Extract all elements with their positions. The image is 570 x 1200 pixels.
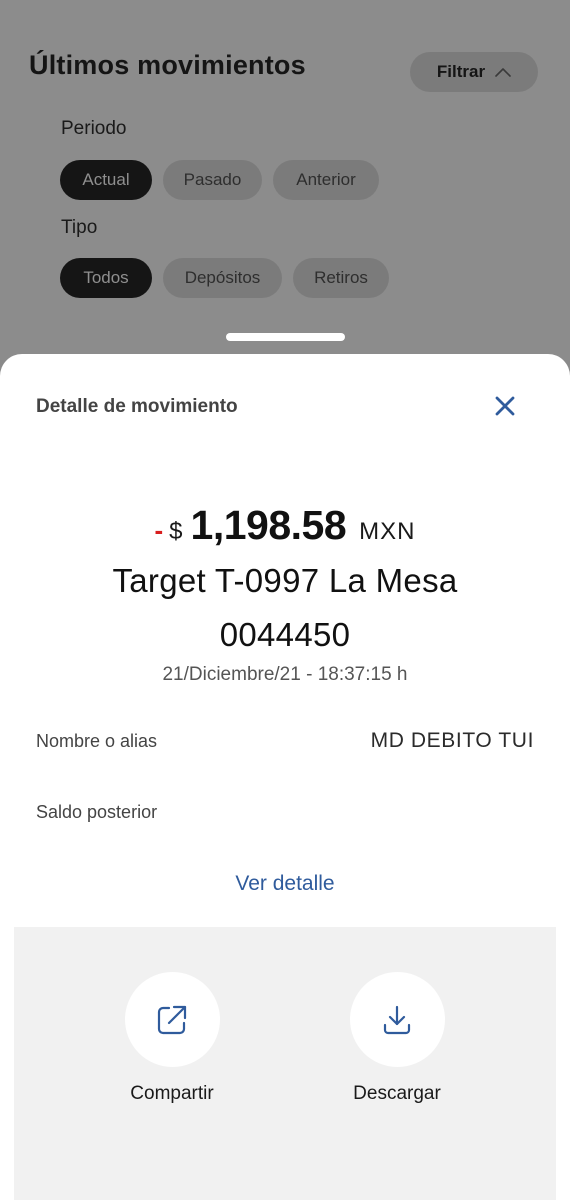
share-icon xyxy=(157,1005,187,1034)
ver-detalle-link[interactable]: Ver detalle xyxy=(0,872,570,896)
tipo-label: Tipo xyxy=(61,217,98,238)
chevron-up-icon xyxy=(495,68,511,77)
chip-periodo-anterior[interactable]: Anterior xyxy=(273,160,379,200)
chip-tipo-depositos[interactable]: Depósitos xyxy=(163,258,282,298)
share-button[interactable] xyxy=(124,972,220,1067)
movement-datetime: 21/Diciembre/21 - 18:37:15 h xyxy=(162,664,408,685)
page-title: Últimos movimientos xyxy=(29,50,306,80)
amount-sign: - xyxy=(154,515,164,545)
download-action[interactable]: Descargar xyxy=(317,972,477,1105)
download-label: Descargar xyxy=(353,1083,441,1104)
actions-panel: Compartir Descargar xyxy=(14,927,556,1200)
currency-code: MXN xyxy=(359,518,416,545)
field-label-saldo: Saldo posterior xyxy=(36,802,158,822)
chip-periodo-pasado[interactable]: Pasado xyxy=(163,160,262,200)
sheet-title: Detalle de movimiento xyxy=(36,396,238,417)
chip-tipo-todos[interactable]: Todos xyxy=(60,258,152,298)
chip-tipo-retiros[interactable]: Retiros xyxy=(293,258,389,298)
share-action[interactable]: Compartir xyxy=(92,972,252,1105)
download-icon xyxy=(383,1005,411,1034)
periodo-label: Periodo xyxy=(61,118,127,139)
field-label-nombre: Nombre o alias xyxy=(36,731,158,751)
merchant-name: Target T-0997 La Mesa xyxy=(112,562,458,599)
merchant-reference: 0044450 xyxy=(219,616,351,653)
field-value-nombre: MD DEBITO TUI xyxy=(370,729,534,752)
download-button[interactable] xyxy=(349,972,445,1067)
filter-label: Filtrar xyxy=(436,62,486,81)
close-button[interactable] xyxy=(490,391,520,421)
movement-detail-sheet: Detalle de movimiento - $ 1,198.58 MXN T… xyxy=(0,354,570,1200)
share-label: Compartir xyxy=(130,1083,214,1104)
background-screen: Últimos movimientos Filtrar Periodo Actu… xyxy=(0,0,570,360)
currency-symbol: $ xyxy=(169,518,183,545)
amount-value: 1,198.58 xyxy=(190,502,347,548)
filter-button[interactable]: Filtrar xyxy=(410,52,538,92)
sheet-drag-handle[interactable] xyxy=(226,333,345,341)
periodo-chips: Actual Pasado Anterior xyxy=(60,160,379,200)
chip-periodo-actual[interactable]: Actual xyxy=(60,160,152,200)
amount-row: - $ 1,198.58 MXN xyxy=(0,502,570,549)
tipo-chips: Todos Depósitos Retiros xyxy=(60,258,389,298)
close-icon xyxy=(495,396,515,416)
